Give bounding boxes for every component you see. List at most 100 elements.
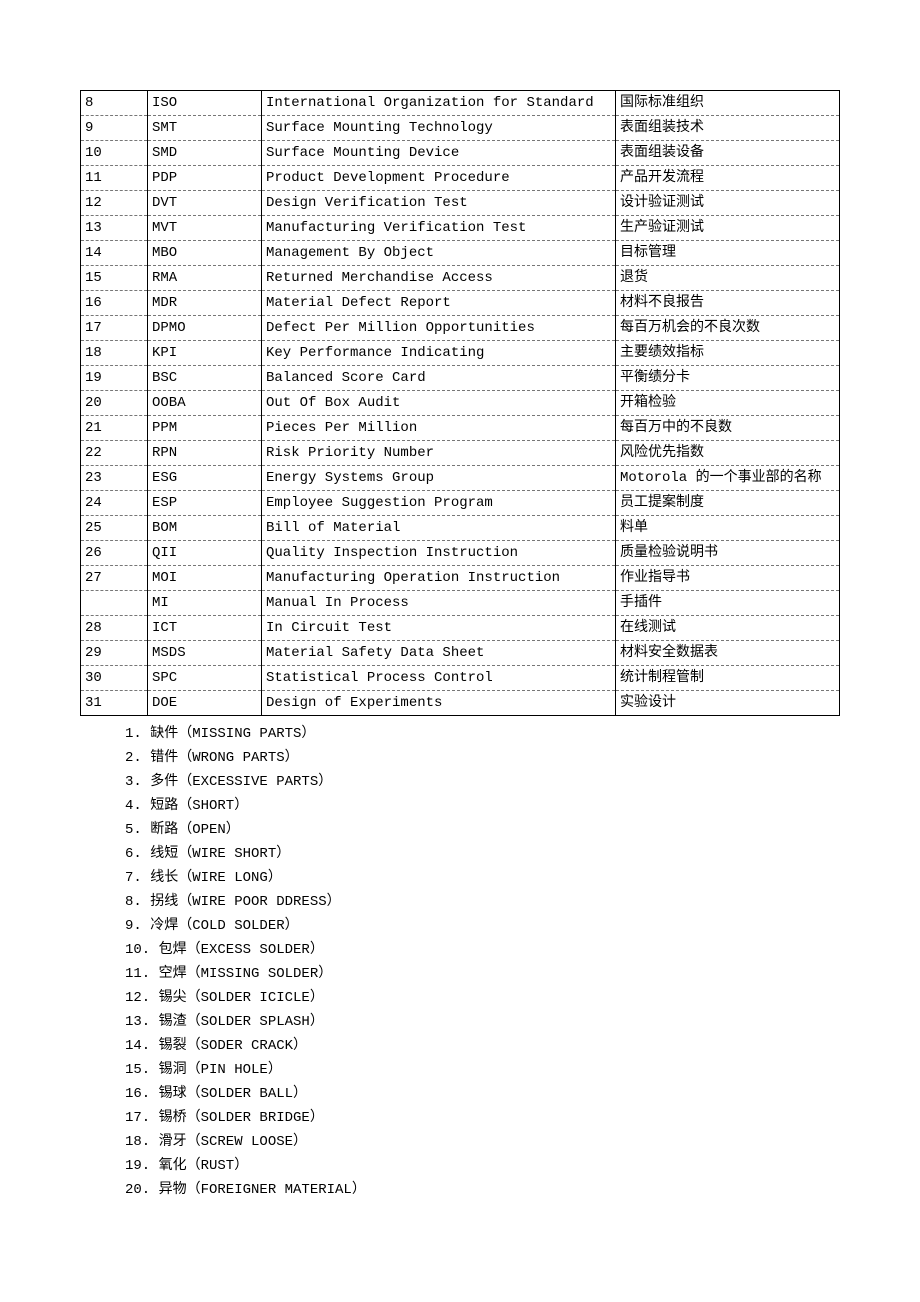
table-cell: 国际标准组织 [616,91,840,116]
defect-list: 1. 缺件（MISSING PARTS）2. 错件（WRONG PARTS）3.… [80,722,840,1202]
terminology-table-body: 8ISOInternational Organization for Stand… [81,91,840,716]
table-cell: 实验设计 [616,691,840,716]
table-cell: 每百万机会的不良次数 [616,316,840,341]
table-cell: 31 [81,691,148,716]
list-item: 19. 氧化（RUST） [125,1154,840,1178]
table-cell: RPN [148,441,262,466]
table-row: 22RPNRisk Priority Number风险优先指数 [81,441,840,466]
table-cell: Key Performance Indicating [262,341,616,366]
table-cell: PDP [148,166,262,191]
list-item: 13. 锡渣（SOLDER SPLASH） [125,1010,840,1034]
table-row: 11PDPProduct Development Procedure产品开发流程 [81,166,840,191]
table-row: 20OOBAOut Of Box Audit开箱检验 [81,391,840,416]
table-cell: ESG [148,466,262,491]
table-cell: 25 [81,516,148,541]
table-cell: 22 [81,441,148,466]
table-row: 13MVTManufacturing Verification Test生产验证… [81,216,840,241]
table-cell: Energy Systems Group [262,466,616,491]
table-cell: 19 [81,366,148,391]
table-cell: 30 [81,666,148,691]
table-cell: 15 [81,266,148,291]
table-cell: 24 [81,491,148,516]
table-cell: MBO [148,241,262,266]
table-cell: SMD [148,141,262,166]
table-row: 21PPMPieces Per Million每百万中的不良数 [81,416,840,441]
list-item: 9. 冷焊（COLD SOLDER） [125,914,840,938]
table-row: 27MOIManufacturing Operation Instruction… [81,566,840,591]
table-cell: 退货 [616,266,840,291]
table-cell: Manufacturing Verification Test [262,216,616,241]
list-item: 1. 缺件（MISSING PARTS） [125,722,840,746]
table-row: 31DOEDesign of Experiments实验设计 [81,691,840,716]
table-cell: Material Safety Data Sheet [262,641,616,666]
list-item: 20. 异物（FOREIGNER MATERIAL） [125,1178,840,1202]
table-row: 9SMTSurface Mounting Technology表面组装技术 [81,116,840,141]
table-cell: 开箱检验 [616,391,840,416]
table-cell: Design Verification Test [262,191,616,216]
list-item: 12. 锡尖（SOLDER ICICLE） [125,986,840,1010]
table-row: 8ISOInternational Organization for Stand… [81,91,840,116]
table-row: 16MDRMaterial Defect Report材料不良报告 [81,291,840,316]
table-cell: MI [148,591,262,616]
table-cell: RMA [148,266,262,291]
table-cell: Employee Suggestion Program [262,491,616,516]
table-cell: Pieces Per Million [262,416,616,441]
table-cell: 主要绩效指标 [616,341,840,366]
table-cell: DVT [148,191,262,216]
table-cell: 风险优先指数 [616,441,840,466]
table-cell: OOBA [148,391,262,416]
list-item: 10. 包焊（EXCESS SOLDER） [125,938,840,962]
table-cell: Manufacturing Operation Instruction [262,566,616,591]
table-cell: 13 [81,216,148,241]
table-row: 26QIIQuality Inspection Instruction质量检验说… [81,541,840,566]
table-cell: SMT [148,116,262,141]
table-cell: Out Of Box Audit [262,391,616,416]
table-cell: ISO [148,91,262,116]
table-cell: 16 [81,291,148,316]
table-cell: Surface Mounting Technology [262,116,616,141]
table-cell: 产品开发流程 [616,166,840,191]
table-cell: BOM [148,516,262,541]
table-cell: MSDS [148,641,262,666]
table-cell: 14 [81,241,148,266]
table-cell: 目标管理 [616,241,840,266]
table-cell: Management By Object [262,241,616,266]
table-cell: Risk Priority Number [262,441,616,466]
table-cell: ICT [148,616,262,641]
table-row: 18KPIKey Performance Indicating主要绩效指标 [81,341,840,366]
table-cell: 9 [81,116,148,141]
table-cell: Product Development Procedure [262,166,616,191]
terminology-table: 8ISOInternational Organization for Stand… [80,90,840,716]
table-cell: 设计验证测试 [616,191,840,216]
table-cell: 8 [81,91,148,116]
table-cell: Bill of Material [262,516,616,541]
table-cell: 26 [81,541,148,566]
list-item: 18. 滑牙（SCREW LOOSE） [125,1130,840,1154]
table-cell: MOI [148,566,262,591]
table-cell: 17 [81,316,148,341]
table-cell: Surface Mounting Device [262,141,616,166]
list-item: 3. 多件（EXCESSIVE PARTS） [125,770,840,794]
list-item: 8. 拐线（WIRE POOR DDRESS） [125,890,840,914]
table-cell: 21 [81,416,148,441]
table-cell: 表面组装设备 [616,141,840,166]
table-row: 15RMAReturned Merchandise Access退货 [81,266,840,291]
table-cell: DOE [148,691,262,716]
table-row: 28ICTIn Circuit Test在线测试 [81,616,840,641]
table-cell: Manual In Process [262,591,616,616]
table-cell: Material Defect Report [262,291,616,316]
table-row: 19BSCBalanced Score Card平衡绩分卡 [81,366,840,391]
table-cell: 每百万中的不良数 [616,416,840,441]
table-row: 10SMDSurface Mounting Device表面组装设备 [81,141,840,166]
table-cell: Statistical Process Control [262,666,616,691]
table-cell: 28 [81,616,148,641]
table-cell: 料单 [616,516,840,541]
list-item: 7. 线长（WIRE LONG） [125,866,840,890]
table-row: 17DPMODefect Per Million Opportunities每百… [81,316,840,341]
list-item: 16. 锡球（SOLDER BALL） [125,1082,840,1106]
table-cell: 29 [81,641,148,666]
table-cell: 平衡绩分卡 [616,366,840,391]
table-cell: Returned Merchandise Access [262,266,616,291]
table-row: 25BOMBill of Material料单 [81,516,840,541]
table-cell: 生产验证测试 [616,216,840,241]
